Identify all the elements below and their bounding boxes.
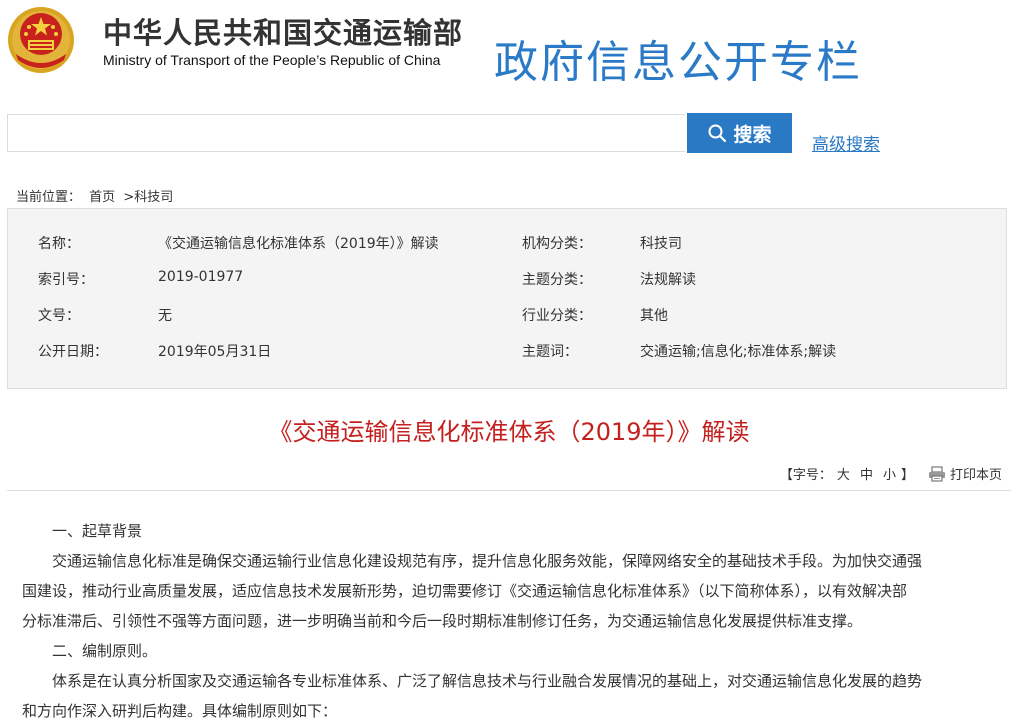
advanced-search-link[interactable]: 高级搜索 — [812, 130, 880, 155]
breadcrumb-prefix: 当前位置： — [16, 190, 82, 205]
doc-no-label: 文号： — [38, 308, 80, 324]
search-input[interactable] — [7, 114, 685, 152]
font-size-large-button[interactable]: 大 — [837, 464, 850, 483]
doc-no-value: 无 — [158, 308, 172, 324]
date-label: 公开日期： — [38, 344, 108, 360]
printer-icon — [928, 465, 945, 482]
keywords-value: 交通运输;信息化;标准体系;解读 — [640, 344, 837, 360]
section-heading: 二、编制原则。 — [52, 642, 158, 660]
topic-class-value: 法规解读 — [640, 272, 696, 288]
font-size-bar: 【字号： 大 中 小 】 打印本页 — [780, 464, 1002, 483]
search-icon — [708, 124, 727, 143]
font-size-medium-button[interactable]: 中 — [860, 464, 873, 483]
breadcrumb: 当前位置： 首页 >科技司 — [16, 186, 177, 205]
breadcrumb-current[interactable]: 科技司 — [134, 190, 173, 205]
index-label: 索引号： — [38, 272, 94, 288]
org-name-cn: 中华人民共和国交通运输部 — [103, 16, 464, 50]
org-class-label: 机构分类： — [522, 236, 592, 252]
name-value: 《交通运输信息化标准体系（2019年）》解读 — [158, 236, 439, 252]
print-button[interactable]: 打印本页 — [928, 464, 1002, 483]
site-header: 中华人民共和国交通运输部 Ministry of Transport of th… — [0, 0, 1018, 100]
topic-class-label: 主题分类： — [522, 272, 592, 288]
section-heading: 一、起草背景 — [52, 522, 143, 540]
org-class-value: 科技司 — [640, 236, 682, 252]
breadcrumb-home-link[interactable]: 首页 — [89, 190, 115, 205]
article-body: 一、起草背景 交通运输信息化标准是确保交通运输行业信息化建设规范有序，提升信息化… — [22, 516, 997, 726]
column-title: 政府信息公开专栏 — [494, 37, 862, 88]
content-divider — [7, 490, 1011, 491]
date-value: 2019年05月31日 — [158, 344, 272, 360]
document-title: 《交通运输信息化标准体系（2019年）》解读 — [268, 418, 750, 446]
org-name-en: Ministry of Transport of the People’s Re… — [103, 52, 441, 68]
document-info-panel: 名称： 《交通运输信息化标准体系（2019年）》解读 索引号： 2019-019… — [7, 208, 1007, 389]
keywords-label: 主题词： — [522, 344, 578, 360]
national-emblem-logo — [8, 7, 74, 73]
breadcrumb-separator: > — [123, 190, 135, 205]
font-size-small-button[interactable]: 小 — [883, 464, 896, 483]
paragraph-line: 体系是在认真分析国家及交通运输各专业标准体系、广泛了解信息技术与行业融合发展情况… — [52, 672, 923, 690]
industry-class-value: 其他 — [640, 308, 668, 324]
index-value: 2019-01977 — [158, 269, 244, 285]
industry-class-label: 行业分类： — [522, 308, 592, 324]
paragraph-line: 分标准滞后、引领性不强等方面问题，进一步明确当前和今后一段时期标准制修订任务，为… — [22, 612, 863, 630]
font-size-label-close: 】 — [900, 468, 914, 483]
search-button-label: 搜索 — [733, 123, 772, 146]
paragraph-line: 和方向作深入研判后构建。具体编制原则如下： — [22, 702, 338, 720]
paragraph-line: 交通运输信息化标准是确保交通运输行业信息化建设规范有序，提升信息化服务效能，保障… — [52, 552, 923, 570]
print-label: 打印本页 — [949, 468, 1002, 483]
font-size-label: 【字号： — [779, 468, 832, 483]
paragraph-line: 国建设，推动行业高质量发展，适应信息技术发展新形势，迫切需要修订《交通运输信息化… — [22, 582, 908, 600]
search-button[interactable]: 搜索 — [687, 113, 792, 153]
name-label: 名称： — [38, 236, 80, 252]
